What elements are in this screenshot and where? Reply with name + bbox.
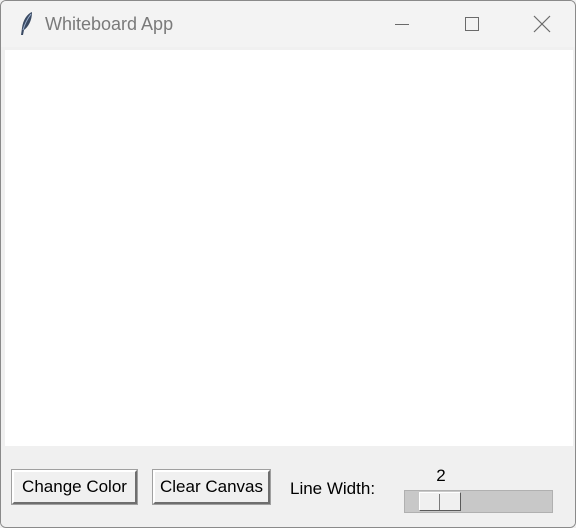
feather-icon [17, 11, 37, 37]
window-title: Whiteboard App [45, 14, 174, 34]
drawing-canvas[interactable] [5, 50, 573, 446]
close-button[interactable] [507, 1, 575, 47]
slider-handle[interactable] [419, 492, 461, 511]
minimize-icon [394, 16, 410, 32]
maximize-button[interactable] [437, 1, 507, 47]
minimize-button[interactable] [367, 1, 437, 47]
line-width-label: Line Width: [290, 479, 376, 498]
close-icon [533, 15, 551, 33]
line-width-value: 2 [436, 466, 446, 485]
slider-handle-grip [439, 494, 440, 510]
line-width-slider[interactable] [404, 490, 553, 513]
title-bar[interactable]: Whiteboard App [1, 1, 575, 47]
change-color-button[interactable]: Change Color [11, 469, 138, 505]
app-window: Whiteboard App Change Color Clear Canvas… [0, 0, 576, 528]
toolbar: Change Color Clear Canvas Line Width: 2 [1, 446, 575, 527]
clear-canvas-button[interactable]: Clear Canvas [152, 469, 271, 505]
maximize-icon [464, 16, 480, 32]
